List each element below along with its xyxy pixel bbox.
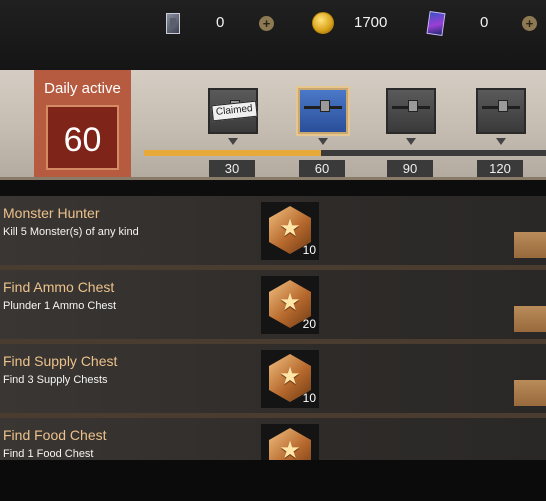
pointer-icon [228, 138, 238, 145]
pointer-icon [406, 138, 416, 145]
reward-slot: ★ 20 [261, 276, 319, 334]
daily-progress-bar [144, 150, 546, 156]
task-row: Find Supply Chest Find 3 Supply Chests ★… [0, 344, 546, 418]
chest-icon [476, 88, 526, 134]
task-row: Monster Hunter Kill 5 Monster(s) of any … [0, 196, 546, 270]
chest-60[interactable] [298, 88, 348, 134]
task-title: Monster Hunter [3, 205, 100, 221]
task-description: Find 3 Supply Chests [3, 374, 108, 386]
reward-slot: ★ 10 [261, 202, 319, 260]
task-row: Find Ammo Chest Plunder 1 Ammo Chest ★ 2… [0, 270, 546, 344]
milestone-label: 90 [387, 160, 433, 177]
gem-card-icon [426, 10, 446, 37]
chest-90[interactable] [386, 88, 436, 134]
pointer-icon [496, 138, 506, 145]
pointer-icon [318, 138, 328, 145]
bottom-bar [0, 460, 546, 501]
gem-currency: 0 + [426, 10, 546, 37]
card-currency: 0 + [166, 12, 286, 36]
daily-active-value-box: 60 [46, 105, 119, 170]
reward-count: 20 [302, 317, 316, 331]
daily-active-banner: Daily active 60 Claimed [0, 70, 546, 180]
chest-icon [298, 88, 348, 134]
milestone-label: 30 [209, 160, 255, 177]
task-row: Find Food Chest Find 1 Food Chest ★ [0, 418, 546, 460]
task-title: Find Ammo Chest [3, 279, 115, 295]
coin-icon [312, 12, 334, 34]
chest-30[interactable]: Claimed [208, 88, 258, 134]
task-title: Find Supply Chest [3, 353, 118, 369]
task-description: Find 1 Food Chest [3, 448, 94, 460]
add-gems-plus-icon[interactable]: + [522, 16, 537, 31]
go-button[interactable] [514, 380, 546, 406]
chest-icon [386, 88, 436, 134]
coin-currency: 1700 [312, 12, 392, 36]
reward-slot: ★ [261, 424, 319, 460]
milestone-label: 120 [477, 160, 523, 177]
task-title: Find Food Chest [3, 427, 107, 443]
task-list[interactable]: Monster Hunter Kill 5 Monster(s) of any … [0, 193, 546, 460]
reward-slot: ★ 10 [261, 350, 319, 408]
gem-count: 0 [480, 14, 489, 31]
task-description: Kill 5 Monster(s) of any kind [3, 226, 139, 238]
reward-count: 10 [302, 243, 316, 257]
reward-count: 10 [302, 391, 316, 405]
daily-active-panel: Daily active 60 [34, 70, 131, 180]
coin-count: 1700 [354, 14, 388, 31]
card-count: 0 [216, 14, 225, 31]
chest-120[interactable] [476, 88, 526, 134]
card-icon [166, 13, 180, 34]
daily-active-value: 60 [63, 121, 102, 159]
daily-active-label: Daily active [44, 80, 121, 97]
daily-progress-fill [144, 150, 321, 156]
star-medal-icon: ★ [269, 428, 311, 460]
milestone-label: 60 [299, 160, 345, 177]
currency-bar: 0 + 1700 0 + [0, 0, 546, 70]
go-button[interactable] [514, 306, 546, 332]
go-button[interactable] [514, 232, 546, 258]
add-cards-plus-icon[interactable]: + [259, 16, 274, 31]
task-description: Plunder 1 Ammo Chest [3, 300, 117, 312]
